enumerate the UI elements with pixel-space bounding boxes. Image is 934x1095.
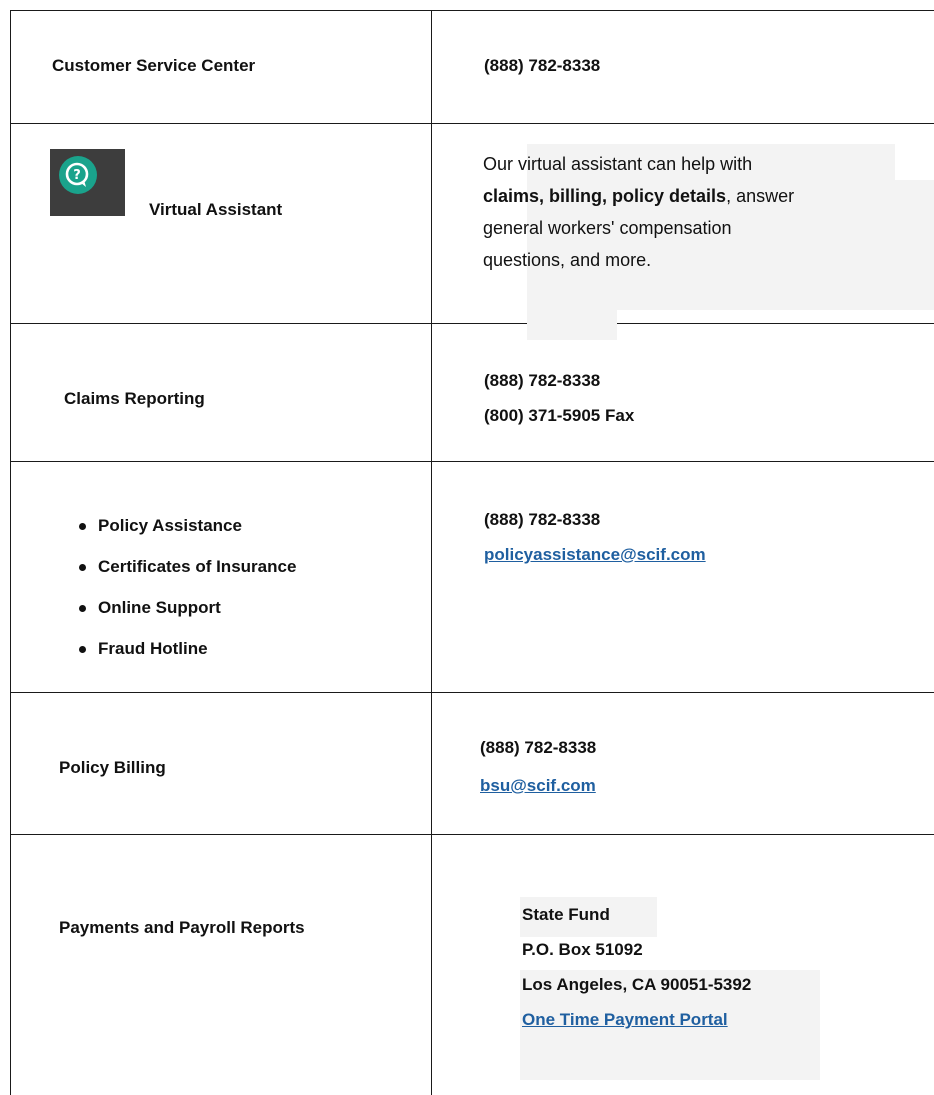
list-item-label: Fraud Hotline [98,639,208,658]
payments-label: Payments and Payroll Reports [59,918,305,937]
virtual-assistant-label: Virtual Assistant [149,200,283,219]
policy-assistance-email-link[interactable]: policyassistance@scif.com [484,545,706,565]
address-line-2: P.O. Box 51092 [522,940,643,959]
row-divider-2 [10,323,934,324]
row-divider-3 [10,461,934,462]
address-line-1: State Fund [522,905,610,924]
row-divider-5 [10,834,934,835]
bullet [79,523,86,530]
policy-assistance-phone: (888) 782-8338 [484,510,601,529]
table-middle-border [431,10,432,1095]
row-divider-4 [10,692,934,693]
table-left-border [10,10,11,1095]
description-text: , answer [726,186,795,206]
virtual-assistant-description: Our virtual assistant can help with clai… [483,148,923,276]
policy-billing-email-link[interactable]: bsu@scif.com [480,776,596,796]
description-line: questions, and more. [483,250,652,270]
list-item-label: Online Support [98,598,221,617]
list-item: Certificates of Insurance [76,555,296,596]
policy-billing-label: Policy Billing [59,758,166,777]
customer-service-label: Customer Service Center [52,56,256,75]
svg-text:?: ? [73,168,81,183]
list-item-label: Policy Assistance [98,516,242,535]
bullet [79,605,86,612]
claims-reporting-fax: (800) 371-5905 Fax [484,406,635,425]
description-line: Our virtual assistant can help with [483,154,753,174]
one-time-payment-link[interactable]: One Time Payment Portal [522,1010,728,1030]
list-item: Policy Assistance [76,514,296,555]
row-divider-1 [10,123,934,124]
list-item: Online Support [76,596,296,637]
description-background [527,308,617,340]
list-item: Fraud Hotline [76,637,296,678]
bullet [79,646,86,653]
bullet [79,564,86,571]
claims-reporting-label: Claims Reporting [64,389,205,408]
address-line-3: Los Angeles, CA 90051-5392 [522,975,752,994]
customer-service-phone: (888) 782-8338 [484,56,601,75]
policy-services-list: Policy Assistance Certificates of Insura… [76,514,296,678]
description-highlight: claims, billing, policy details [483,186,727,206]
table-top-border [10,10,934,11]
list-item-label: Certificates of Insurance [98,557,297,576]
description-line: claims, billing, policy details, answer [483,180,923,212]
policy-billing-phone: (888) 782-8338 [480,738,597,757]
claims-reporting-phone: (888) 782-8338 [484,371,601,390]
description-line: general workers' compensation [483,218,732,238]
chat-question-icon[interactable]: ? [50,149,125,216]
